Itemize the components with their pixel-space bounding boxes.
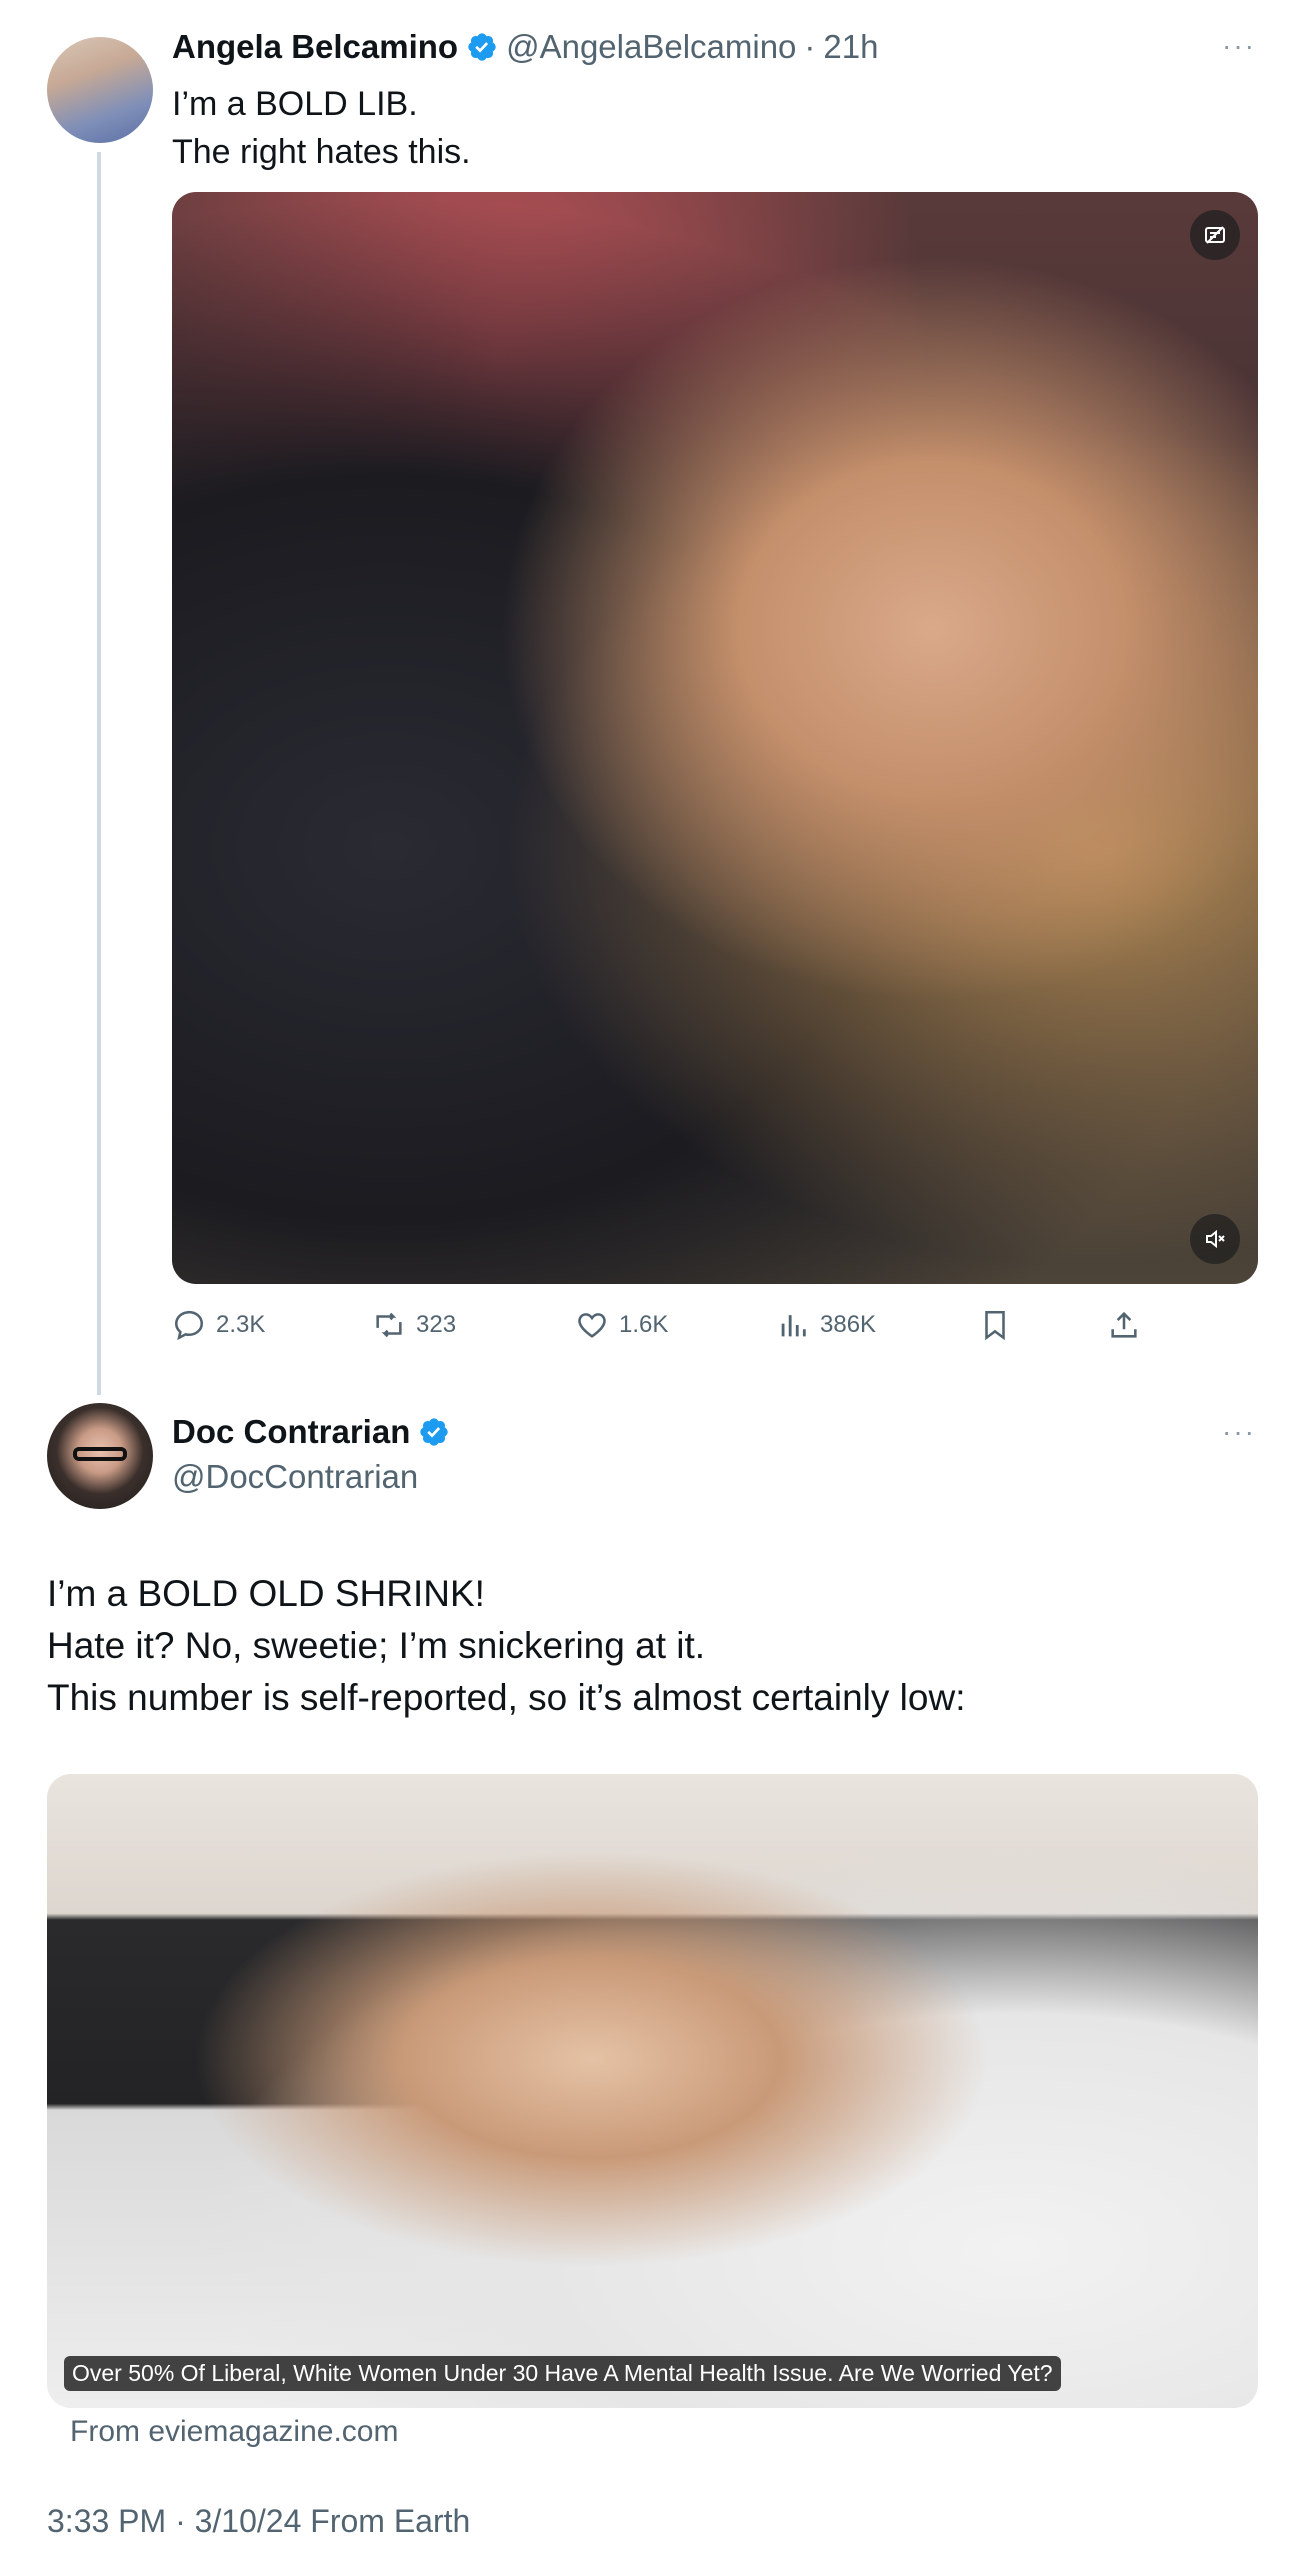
tweet-line: The right hates this. — [172, 133, 471, 171]
author-handle[interactable]: @DocContrarian — [172, 1458, 418, 1496]
like-button[interactable]: 1.6K — [575, 1305, 668, 1345]
post-timestamp[interactable]: 3:33 PM · 3/10/24 From Earth — [47, 2503, 470, 2540]
repost-button[interactable]: 323 — [372, 1305, 456, 1345]
share-button[interactable] — [1107, 1305, 1151, 1345]
views-button[interactable]: 386K — [776, 1305, 876, 1345]
tweet1-text: I’m a BOLD LIB. The right hates this. — [172, 80, 471, 176]
tweet1-header: Angela Belcamino @AngelaBelcamino · 21h — [172, 28, 878, 66]
share-icon — [1111, 1311, 1137, 1338]
author-name[interactable]: Angela Belcamino — [172, 28, 458, 66]
post-time[interactable]: 21h — [823, 28, 878, 66]
avatar[interactable] — [47, 37, 153, 143]
repost-count: 323 — [416, 1311, 457, 1338]
tweet2-header: Doc Contrarian — [172, 1413, 450, 1451]
separator-dot: · — [804, 28, 816, 65]
more-icon[interactable]: ··· — [1222, 30, 1256, 62]
bookmark-icon — [985, 1310, 1005, 1341]
verified-icon — [468, 33, 496, 61]
thread-line — [97, 152, 101, 1395]
tweet2-text: I’m a BOLD OLD SHRINK! Hate it? No, swee… — [47, 1568, 965, 1724]
views-count: 386K — [820, 1311, 877, 1338]
bookmark-button[interactable] — [978, 1305, 1022, 1345]
link-source[interactable]: From eviemagazine.com — [70, 2415, 398, 2449]
like-icon — [578, 1313, 606, 1338]
verified-icon — [420, 1418, 449, 1446]
media-options-icon[interactable] — [1190, 210, 1240, 260]
link-card-image[interactable] — [47, 1774, 1258, 2408]
video-media[interactable] — [172, 192, 1258, 1284]
tweet-line: I’m a BOLD OLD SHRINK! — [47, 1573, 485, 1614]
views-icon — [781, 1315, 806, 1337]
tweet-line: This number is self-reported, so it’s al… — [47, 1677, 966, 1718]
reply-icon — [174, 1310, 204, 1341]
author-name[interactable]: Doc Contrarian — [172, 1413, 410, 1451]
reply-count: 2.3K — [216, 1311, 266, 1338]
author-handle[interactable]: @AngelaBelcamino — [506, 28, 796, 66]
reply-button[interactable]: 2.3K — [172, 1305, 265, 1345]
avatar[interactable] — [47, 1403, 153, 1509]
repost-icon — [376, 1312, 402, 1338]
tweet-line: Hate it? No, sweetie; I’m snickering at … — [47, 1625, 706, 1666]
like-count: 1.6K — [619, 1311, 669, 1338]
link-card-caption[interactable]: Over 50% Of Liberal, White Women Under 3… — [64, 2356, 1061, 2391]
tweet-line: I’m a BOLD LIB. — [172, 85, 418, 123]
glasses-shape — [73, 1447, 127, 1461]
mute-icon[interactable] — [1190, 1214, 1240, 1264]
more-icon[interactable]: ··· — [1222, 1416, 1256, 1448]
